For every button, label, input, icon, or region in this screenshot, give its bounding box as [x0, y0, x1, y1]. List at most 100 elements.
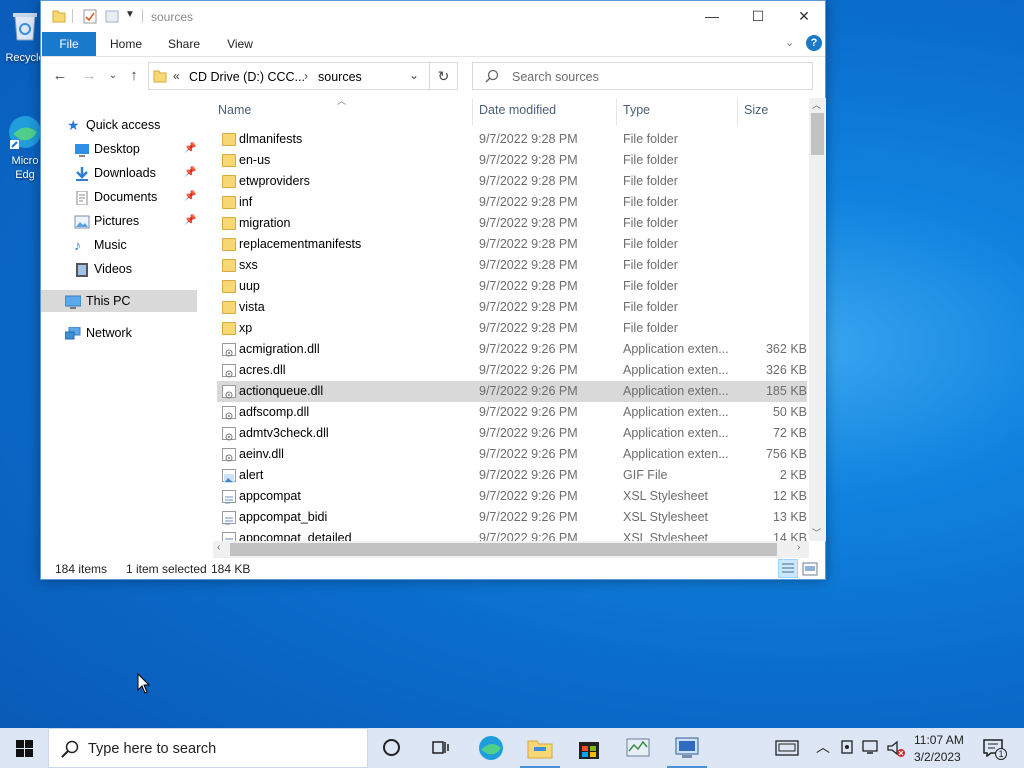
- file-explorer-taskbar-icon[interactable]: [526, 734, 554, 762]
- file-date: 9/7/2022 9:28 PM: [479, 237, 578, 251]
- file-row[interactable]: etwproviders 9/7/2022 9:28 PM File folder: [217, 171, 807, 192]
- search-box[interactable]: Search sources: [472, 62, 813, 90]
- close-button[interactable]: ✕: [781, 1, 827, 32]
- resource-monitor-icon[interactable]: [624, 734, 652, 762]
- forward-arrow-icon[interactable]: →: [79, 66, 99, 86]
- scroll-up-arrow-icon[interactable]: ︿: [812, 98, 821, 111]
- volume-muted-icon[interactable]: [886, 740, 906, 761]
- nav-item-videos[interactable]: Videos: [41, 258, 197, 280]
- tab-view[interactable]: View: [217, 32, 263, 56]
- stylesheet-file-icon: [222, 511, 236, 525]
- folder-icon: [222, 280, 236, 293]
- file-row[interactable]: actionqueue.dll 9/7/2022 9:26 PM Applicati…: [217, 381, 807, 402]
- column-divider[interactable]: [737, 98, 738, 126]
- vertical-scrollbar[interactable]: ︿ ﹀: [809, 98, 826, 541]
- recent-locations-chevron-icon[interactable]: ⌄: [103, 66, 123, 86]
- file-row[interactable]: admtv3check.dll 9/7/2022 9:26 PM Applicati…: [217, 423, 807, 444]
- properties-icon[interactable]: [83, 8, 97, 24]
- breadcrumb-drive[interactable]: CD Drive (D:) CCC...: [189, 70, 305, 84]
- column-header-type[interactable]: Type: [623, 94, 650, 126]
- refresh-icon[interactable]: ↻: [430, 62, 458, 90]
- tab-file[interactable]: File: [42, 32, 96, 56]
- address-bar[interactable]: « CD Drive (D:) CCC... › sources ⌄: [148, 62, 430, 90]
- file-name: replacementmanifests: [239, 237, 362, 251]
- dll-file-icon: [222, 364, 236, 378]
- cortana-circle-icon[interactable]: [383, 739, 400, 756]
- breadcrumb-sources[interactable]: sources: [318, 70, 362, 84]
- file-row[interactable]: aeinv.dll 9/7/2022 9:26 PM Application ext…: [217, 444, 807, 465]
- tab-home[interactable]: Home: [103, 32, 149, 56]
- file-row[interactable]: en-us 9/7/2022 9:28 PM File folder: [217, 150, 807, 171]
- large-icons-view-icon[interactable]: [802, 561, 818, 583]
- edge-taskbar-icon[interactable]: [477, 734, 505, 762]
- file-row[interactable]: inf 9/7/2022 9:28 PM File folder: [217, 192, 807, 213]
- column-divider[interactable]: [616, 98, 617, 126]
- task-view-icon[interactable]: [430, 739, 450, 759]
- nav-item-music[interactable]: ♪ Music: [41, 234, 197, 256]
- scroll-right-arrow-icon[interactable]: ›: [797, 542, 800, 553]
- device-icon[interactable]: [840, 740, 854, 759]
- start-windows-icon[interactable]: [16, 740, 33, 760]
- file-row[interactable]: acres.dll 9/7/2022 9:26 PM Application ext…: [217, 360, 807, 381]
- file-row[interactable]: adfscomp.dll 9/7/2022 9:26 PM Application …: [217, 402, 807, 423]
- horizontal-scrollbar[interactable]: ‹ ›: [213, 541, 809, 558]
- file-type: Application exten...: [623, 363, 729, 377]
- tab-share[interactable]: Share: [161, 32, 207, 56]
- file-row[interactable]: alert 9/7/2022 9:26 PM GIF File 2 KB: [217, 465, 807, 486]
- file-row[interactable]: replacementmanifests 9/7/2022 9:28 PM File…: [217, 234, 807, 255]
- file-row[interactable]: appcompat_bidi 9/7/2022 9:26 PM XSL Styles…: [217, 507, 807, 528]
- nav-item-downloads[interactable]: Downloads 📌: [41, 162, 197, 184]
- maximize-button[interactable]: ☐: [735, 1, 781, 32]
- taskbar-search-input[interactable]: Type here to search: [88, 741, 216, 757]
- file-row[interactable]: sxs 9/7/2022 9:28 PM File folder: [217, 255, 807, 276]
- scroll-down-arrow-icon[interactable]: ﹀: [812, 526, 821, 539]
- clock-time[interactable]: 11:07 AM: [914, 733, 964, 747]
- column-divider[interactable]: [472, 98, 473, 126]
- expand-ribbon-chevron-icon[interactable]: ⌄: [785, 36, 794, 49]
- horizontal-scroll-thumb[interactable]: [230, 543, 777, 556]
- column-header-date[interactable]: Date modified: [479, 94, 556, 126]
- title-divider: [142, 9, 143, 23]
- file-row[interactable]: acmigration.dll 9/7/2022 9:26 PM Applicati…: [217, 339, 807, 360]
- nav-network[interactable]: Network: [41, 322, 197, 344]
- store-icon[interactable]: [575, 734, 603, 762]
- keyboard-icon[interactable]: [775, 740, 799, 759]
- remote-desktop-icon[interactable]: [673, 734, 701, 762]
- file-row[interactable]: dlmanifests 9/7/2022 9:28 PM File folder: [217, 129, 807, 150]
- search-input[interactable]: Search sources: [512, 70, 599, 84]
- vertical-scroll-thumb[interactable]: [811, 113, 824, 155]
- file-row[interactable]: appcompat 9/7/2022 9:26 PM XSL Stylesheet 1…: [217, 486, 807, 507]
- clock-date[interactable]: 3/2/2023: [914, 750, 961, 764]
- file-row[interactable]: xp 9/7/2022 9:28 PM File folder: [217, 318, 807, 339]
- taskbar-search-box[interactable]: Type here to search: [48, 728, 368, 768]
- network-tray-icon[interactable]: [862, 740, 880, 759]
- new-folder-icon[interactable]: [105, 8, 119, 24]
- nav-label: Quick access: [86, 118, 161, 132]
- nav-item-desktop[interactable]: Desktop 📌: [41, 138, 197, 160]
- file-row[interactable]: migration 9/7/2022 9:28 PM File folder: [217, 213, 807, 234]
- up-arrow-icon[interactable]: ↑: [124, 66, 144, 86]
- file-name: alert: [239, 468, 264, 482]
- scroll-left-arrow-icon[interactable]: ‹: [217, 542, 220, 553]
- address-overflow-icon[interactable]: «: [173, 69, 180, 83]
- customize-qa-chevron-icon[interactable]: ▼: [125, 9, 135, 25]
- show-hidden-icons-chevron-icon[interactable]: ︿: [816, 737, 830, 757]
- nav-item-pictures[interactable]: Pictures 📌: [41, 210, 197, 232]
- nav-label: Downloads: [94, 166, 156, 180]
- file-row[interactable]: vista 9/7/2022 9:28 PM File folder: [217, 297, 807, 318]
- file-row[interactable]: uup 9/7/2022 9:28 PM File folder: [217, 276, 807, 297]
- breadcrumb-separator-icon[interactable]: ›: [304, 69, 308, 83]
- nav-quick-access[interactable]: ★ Quick access: [41, 114, 197, 136]
- address-row: ← → ⌄ ↑ « CD Drive (D:) CCC... › sources…: [41, 58, 825, 94]
- details-view-icon[interactable]: [778, 559, 798, 578]
- folder-icon: [222, 154, 236, 167]
- back-arrow-icon[interactable]: ←: [50, 66, 70, 86]
- nav-this-pc[interactable]: This PC: [41, 290, 197, 312]
- column-header-size[interactable]: Size: [744, 94, 768, 126]
- help-icon[interactable]: ?: [806, 35, 822, 51]
- nav-item-documents[interactable]: Documents 📌: [41, 186, 197, 208]
- file-date: 9/7/2022 9:28 PM: [479, 321, 578, 335]
- address-history-chevron-icon[interactable]: ⌄: [409, 68, 419, 82]
- minimize-button[interactable]: —: [689, 1, 735, 32]
- column-header-name[interactable]: Name: [218, 94, 251, 126]
